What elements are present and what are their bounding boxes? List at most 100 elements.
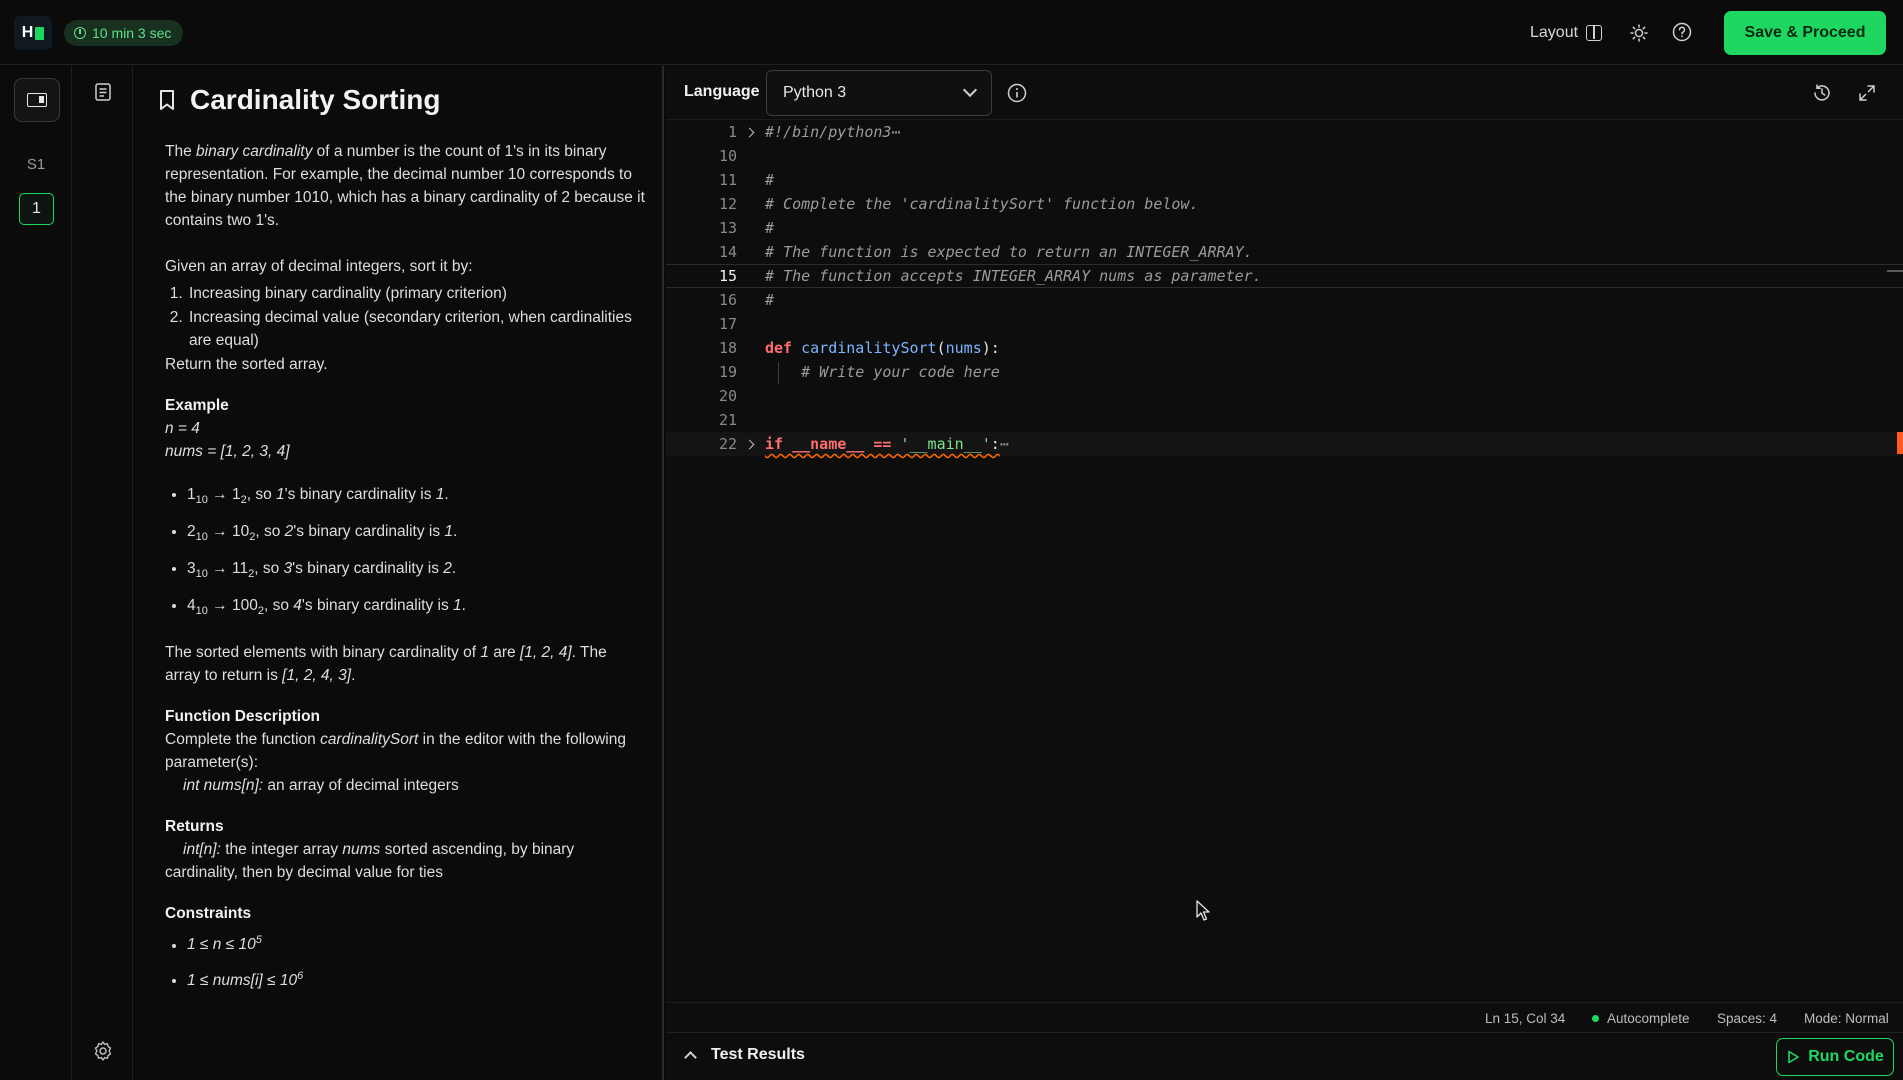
history-icon	[1814, 84, 1830, 101]
problem-description: The binary cardinality of a number is th…	[165, 140, 645, 1000]
code-line[interactable]: 11 #	[666, 168, 1903, 192]
code-line[interactable]: 1 #!/bin/python3 ⋯	[666, 120, 1903, 144]
top-bar: H 10 min 3 sec Layout Save & Proceed	[0, 0, 1903, 65]
returns-description: int[n]: the integer array nums sorted as…	[165, 841, 575, 882]
code-line[interactable]: 18 def cardinalitySort(nums):	[666, 336, 1903, 360]
theme-toggle-button[interactable]	[1628, 22, 1650, 44]
code-text: # The function is expected to return an …	[765, 243, 1253, 261]
timer-text: 10 min 3 sec	[92, 25, 172, 41]
line-number: 16	[718, 291, 737, 309]
editor-mode[interactable]: Mode: Normal	[1804, 1011, 1889, 1026]
description-tab[interactable]	[93, 82, 113, 102]
code-line[interactable]: 10	[666, 144, 1903, 168]
status-bar: Ln 15, Col 34 Autocomplete Spaces: 4 Mod…	[666, 1002, 1903, 1032]
fold-ellipsis: ⋯	[891, 123, 901, 141]
fullscreen-button[interactable]	[1857, 83, 1877, 103]
code-line[interactable]: 12 # Complete the 'cardinalitySort' func…	[666, 192, 1903, 216]
editor-toolbar: Language Python 3	[666, 66, 1903, 120]
line-number: 20	[718, 387, 737, 405]
language-select[interactable]: Python 3	[766, 70, 992, 116]
line-number: 19	[718, 363, 737, 381]
line-number: 1	[727, 123, 737, 141]
given-text: Given an array of decimal integers, sort…	[165, 258, 473, 275]
parameter-line: int nums[n]: an array of decimal integer…	[183, 777, 459, 795]
layout-icon	[1586, 25, 1603, 41]
logo-green-block	[35, 26, 45, 40]
play-icon	[1788, 1050, 1800, 1064]
example-heading: Example	[165, 397, 229, 414]
language-label: Language	[684, 83, 760, 100]
chevron-right-icon	[744, 127, 754, 137]
line-number: 18	[718, 339, 737, 357]
hackerrank-logo[interactable]: H	[14, 16, 52, 50]
code-text: #	[765, 219, 775, 237]
active-code-line[interactable]: 15 # The function accepts INTEGER_ARRAY …	[666, 264, 1903, 288]
timer-badge: 10 min 3 sec	[64, 20, 184, 46]
mouse-cursor-icon	[1196, 900, 1210, 921]
chevron-right-icon	[744, 439, 754, 449]
code-line[interactable]: 17	[666, 312, 1903, 336]
code-line[interactable]: 19 # Write your code here	[666, 360, 1903, 384]
code-text: #!/bin/python3	[765, 123, 892, 141]
panel-toggle-icon	[27, 93, 47, 107]
section-label: S1	[26, 156, 46, 173]
fold-toggle[interactable]	[737, 439, 765, 449]
panel-toggle-button[interactable]	[14, 78, 60, 122]
line-number: 11	[718, 171, 737, 189]
spaces-setting[interactable]: Spaces: 4	[1717, 1011, 1777, 1026]
line-number: 17	[718, 315, 737, 333]
code-line[interactable]: 16 #	[666, 288, 1903, 312]
info-icon	[1007, 83, 1027, 103]
code-line[interactable]: 22 if __name__ == '__main__': ⋯	[666, 432, 1903, 456]
scroll-position-marker	[1887, 270, 1903, 272]
layout-button[interactable]: Layout	[1530, 20, 1603, 46]
description-rail	[73, 66, 133, 1080]
code-line[interactable]: 21	[666, 408, 1903, 432]
list-item: 210 → 102, so 2's binary cardinality is …	[187, 520, 645, 549]
line-number: 13	[718, 219, 737, 237]
help-button[interactable]	[1672, 22, 1694, 44]
code-line[interactable]: 20	[666, 384, 1903, 408]
language-info-button[interactable]	[1007, 83, 1027, 103]
returns-heading: Returns	[165, 818, 224, 836]
help-icon	[1672, 22, 1692, 42]
function-description: Complete the function cardinalitySort in…	[165, 731, 626, 772]
list-item: 110 → 12, so 1's binary cardinality is 1…	[187, 483, 645, 512]
save-and-proceed-button[interactable]: Save & Proceed	[1724, 11, 1886, 55]
code-text: if __name__ == '__main__':	[765, 435, 1000, 453]
question-number-button[interactable]: 1	[19, 193, 54, 225]
indent-guide	[778, 362, 779, 384]
sorted-explanation: The sorted elements with binary cardinal…	[165, 644, 607, 685]
cursor-position: Ln 15, Col 34	[1485, 1011, 1566, 1026]
code-area[interactable]: 1 #!/bin/python3 ⋯ 10 11 # 12 # Complete …	[666, 120, 1903, 880]
settings-button[interactable]	[92, 1040, 114, 1062]
problem-panel: Cardinality Sorting The binary cardinali…	[134, 66, 664, 1080]
code-text: #	[765, 171, 775, 189]
line-number: 22	[718, 435, 737, 453]
code-line[interactable]: 13 #	[666, 216, 1903, 240]
code-text: # Write your code here	[765, 363, 1000, 381]
bookmark-icon[interactable]	[158, 89, 176, 111]
code-text: # Complete the 'cardinalitySort' functio…	[765, 195, 1199, 213]
line-number: 15	[718, 267, 737, 285]
list-item: 1 ≤ nums[i] ≤ 106	[187, 965, 645, 992]
code-text: def cardinalitySort(nums):	[765, 339, 1000, 357]
expand-icon	[1859, 85, 1875, 101]
chevron-up-icon	[684, 1051, 697, 1064]
test-results-toggle[interactable]: Test Results	[684, 1046, 805, 1064]
fold-ellipsis: ⋯	[999, 435, 1009, 453]
line-number: 12	[718, 195, 737, 213]
list-item: 410 → 1002, so 4's binary cardinality is…	[187, 594, 645, 623]
language-value: Python 3	[783, 84, 847, 101]
autocomplete-toggle[interactable]: Autocomplete	[1592, 1011, 1690, 1026]
code-text: #	[765, 291, 775, 309]
run-code-button[interactable]: Run Code	[1776, 1038, 1894, 1076]
code-line[interactable]: 14 # The function is expected to return …	[666, 240, 1903, 264]
history-button[interactable]	[1812, 83, 1832, 103]
problem-title: Cardinality Sorting	[190, 84, 441, 115]
fold-toggle[interactable]	[737, 127, 765, 137]
list-item: 1 ≤ n ≤ 105	[187, 929, 645, 956]
example-nums: nums = [1, 2, 3, 4]	[165, 443, 290, 460]
document-icon	[95, 83, 111, 101]
constraints-list: 1 ≤ n ≤ 105 1 ≤ nums[i] ≤ 106	[187, 929, 645, 991]
